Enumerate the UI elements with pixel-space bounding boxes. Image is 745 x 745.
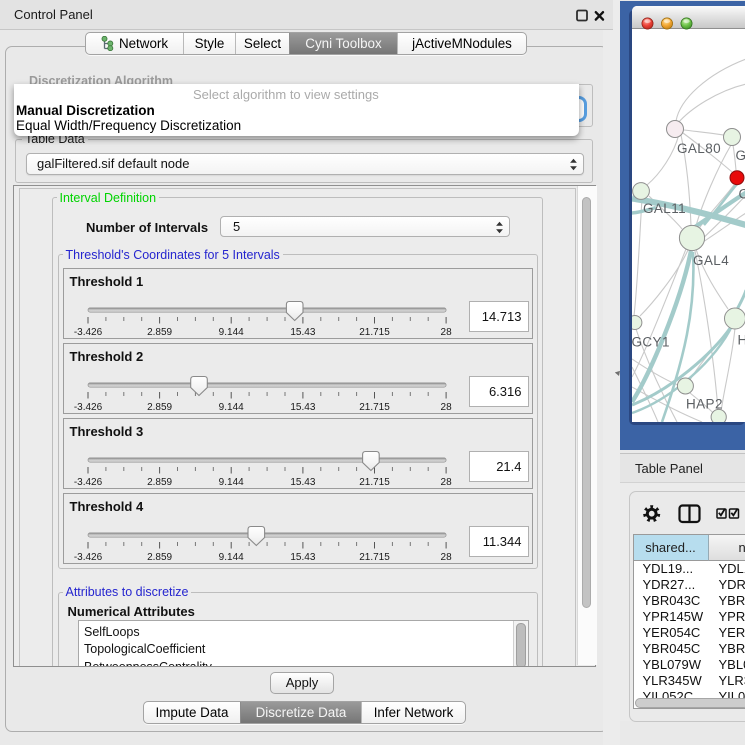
svg-text:28: 28 (440, 552, 452, 563)
svg-text:28: 28 (440, 327, 452, 338)
svg-text:2.859: 2.859 (147, 552, 172, 563)
svg-text:H: H (737, 332, 745, 347)
svg-text:21.715: 21.715 (359, 552, 390, 563)
svg-text:HAP2: HAP2 (686, 396, 723, 411)
svg-text:GAL11: GAL11 (643, 201, 686, 216)
svg-text:28: 28 (440, 477, 452, 488)
svg-text:21.715: 21.715 (359, 327, 390, 338)
svg-text:C: C (738, 186, 745, 201)
svg-text:15.43: 15.43 (290, 327, 315, 338)
svg-text:15.43: 15.43 (290, 402, 315, 413)
svg-text:21.715: 21.715 (359, 402, 390, 413)
svg-text:G.: G. (735, 148, 745, 163)
svg-text:2.859: 2.859 (147, 327, 172, 338)
svg-text:15.43: 15.43 (290, 552, 315, 563)
svg-text:-3.426: -3.426 (73, 477, 102, 488)
svg-text:2.859: 2.859 (147, 477, 172, 488)
svg-text:9.144: 9.144 (218, 327, 243, 338)
svg-text:21.715: 21.715 (359, 477, 390, 488)
svg-text:-3.426: -3.426 (73, 402, 102, 413)
svg-text:GCY1: GCY1 (632, 334, 670, 349)
svg-text:15.43: 15.43 (290, 477, 315, 488)
svg-text:2.859: 2.859 (147, 402, 172, 413)
svg-text:9.144: 9.144 (218, 402, 243, 413)
svg-text:-3.426: -3.426 (73, 552, 102, 563)
svg-text:GAL80: GAL80 (677, 141, 721, 156)
svg-text:9.144: 9.144 (218, 477, 243, 488)
svg-text:GAL4: GAL4 (693, 253, 729, 268)
svg-text:9.144: 9.144 (218, 552, 243, 563)
svg-text:-3.426: -3.426 (73, 327, 102, 338)
svg-text:28: 28 (440, 402, 452, 413)
